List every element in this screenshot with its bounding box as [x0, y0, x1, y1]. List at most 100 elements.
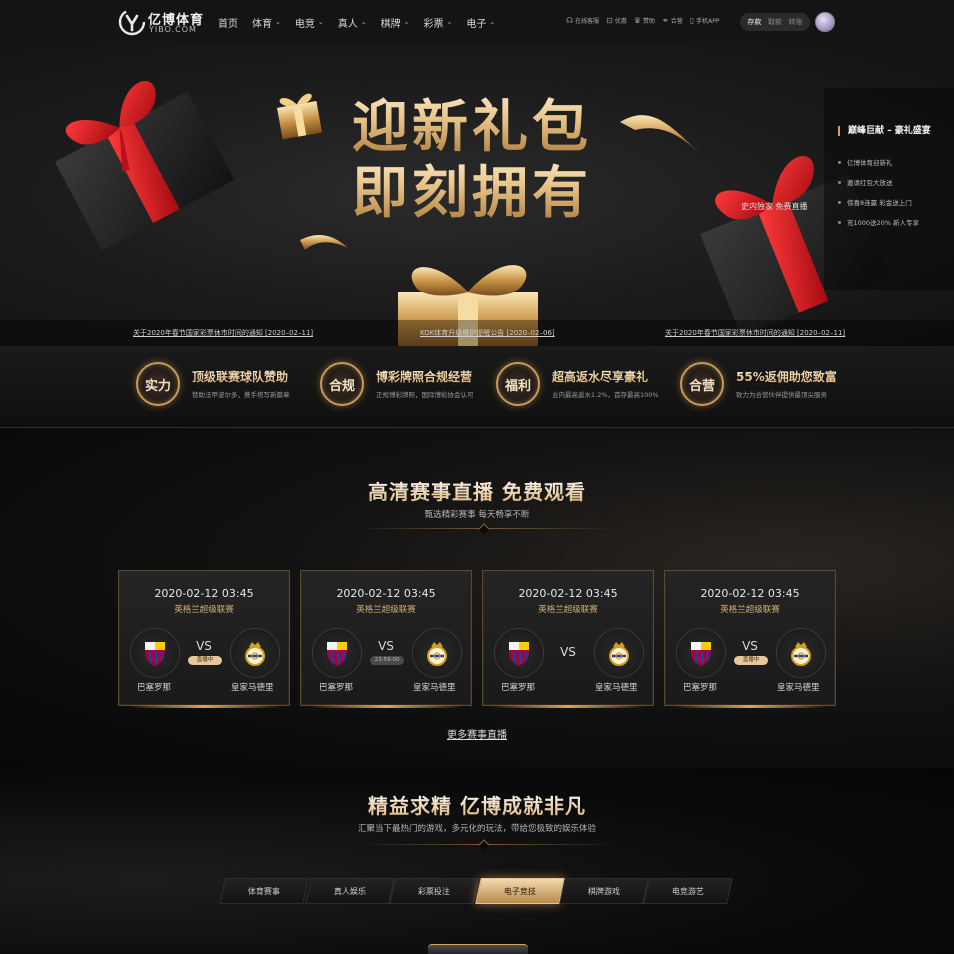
promo-title: 巅峰巨献 – 豪礼盛宴: [838, 126, 931, 136]
transfer-button[interactable]: 转账: [789, 17, 803, 27]
announcement-ticker: 关于2020年春节国家彩票休市时间的通知 [2020–02–11] KOK体育升…: [0, 320, 954, 346]
menu-item-home[interactable]: 首页: [218, 14, 238, 30]
match-time: 2020-02-12 03:45: [700, 587, 800, 600]
menu-item-esports[interactable]: 电竞 ⌄: [295, 14, 324, 30]
promo-item[interactable]: 亿博体育迎新礼: [838, 152, 919, 172]
feature-badge: 福利: [496, 362, 540, 406]
menu-item-slots[interactable]: 电子 ⌄: [466, 14, 495, 30]
live-streaming-section: 高清赛事直播 免费观看 甄选精彩赛事 每天畅享不断 2020-02-12 03:…: [0, 428, 954, 768]
menu-label: 首页: [218, 18, 238, 30]
tab-lottery[interactable]: 彩票投注: [389, 878, 479, 904]
tab-live-casino[interactable]: 真人娱乐: [305, 878, 395, 904]
card-glow: [127, 705, 281, 708]
menu-label: 棋牌: [380, 18, 401, 30]
home-team-badge: [131, 629, 179, 677]
match-time: 2020-02-12 03:45: [336, 587, 436, 600]
avatar[interactable]: [815, 12, 835, 32]
feature-title: 顶级联赛球队赞助: [192, 370, 289, 384]
caret-up-icon: [478, 523, 490, 535]
match-time: 2020-02-12 03:45: [154, 587, 254, 600]
tab-card-games[interactable]: 棋牌游戏: [559, 878, 649, 904]
gift-icon: ⊡: [606, 16, 613, 25]
home-team-badge: [313, 629, 361, 677]
tab-esports-arcade[interactable]: 电竞游艺: [643, 878, 733, 904]
match-card[interactable]: 2020-02-12 03:45 英格兰超级联赛 VS 23:59:00 巴塞罗…: [300, 570, 472, 708]
home-team-badge: [677, 629, 725, 677]
chevron-down-icon: ⌄: [489, 18, 496, 26]
real-madrid-crest-icon: [609, 642, 629, 666]
away-team-badge: [413, 629, 461, 677]
tab-label: 体育赛事: [248, 886, 280, 896]
promotions-link[interactable]: ⊡ 优惠: [606, 16, 627, 25]
home-team-name: 巴塞罗那: [683, 683, 718, 693]
chevron-down-icon: ⌄: [275, 18, 281, 26]
mobile-app-link[interactable]: ▯ 手机APP: [690, 16, 720, 25]
withdraw-button[interactable]: 取款: [768, 17, 782, 27]
bullet-icon: [838, 200, 841, 204]
trophy-icon: ♛: [633, 16, 642, 25]
affiliate-link[interactable]: ⚭ 合营: [662, 16, 683, 25]
promo-item[interactable]: 惊喜8连赢 彩金送上门: [838, 192, 919, 212]
more-live-matches-link[interactable]: 更多赛事直播: [0, 726, 954, 741]
customer-service-link[interactable]: ☊ 在线客服: [566, 16, 599, 25]
match-card[interactable]: 2020-02-12 03:45 英格兰超级联赛 VS 巴塞罗那 皇家马德里: [482, 570, 654, 708]
announcement-link[interactable]: 关于2020年春节国家彩票休市时间的通知 [2020–02–11]: [133, 328, 313, 338]
tab-label: 彩票投注: [418, 886, 450, 896]
util-label: 优惠: [614, 18, 627, 25]
hero-subtitle: 史内独家 免费直播: [741, 202, 808, 211]
promo-panel: 巅峰巨献 – 豪礼盛宴 亿博体育迎新礼 邀请红包大放送 惊喜8连赢 彩金送上门 …: [824, 88, 954, 290]
small-gold-gift: [277, 93, 322, 140]
feature-title: 55%返佣助您致富: [736, 370, 837, 384]
menu-label: 真人: [337, 18, 358, 30]
menu-label: 电子: [466, 18, 487, 30]
chevron-down-icon: ⌄: [446, 18, 453, 26]
deposit-button[interactable]: 存款: [747, 17, 761, 27]
live-status-badge: 直播中: [188, 656, 222, 665]
util-label: 手机APP: [696, 18, 720, 25]
tab-label: 电竞游艺: [672, 886, 704, 896]
feature-badge: 合营: [680, 362, 724, 406]
feature-title: 超高返水尽享豪礼: [552, 370, 649, 384]
tab-label: 真人娱乐: [334, 886, 366, 896]
menu-item-lottery[interactable]: 彩票 ⌄: [424, 14, 453, 30]
match-card[interactable]: 2020-02-12 03:45 英格兰超级联赛 VS 直播中 巴塞罗那 皇家马…: [664, 570, 836, 708]
real-madrid-crest-icon: [245, 642, 265, 666]
announcement-link[interactable]: 关于2020年春节国家彩票休市时间的通知 [2020–02–11]: [665, 328, 845, 338]
feature-badge: 合规: [320, 362, 364, 406]
tab-esports[interactable]: 电子竞技: [475, 878, 565, 904]
caret-up-icon: [478, 839, 490, 851]
tab-sports[interactable]: 体育赛事: [219, 878, 309, 904]
match-card[interactable]: 2020-02-12 03:45 英格兰超级联赛 VS 直播中 巴塞罗那 皇家马…: [118, 570, 290, 708]
card-glow: [673, 705, 827, 708]
main-menu: 首页 体育 ⌄ 电竞 ⌄ 真人 ⌄ 棋牌 ⌄ 彩票 ⌄ 电子 ⌄: [218, 14, 509, 30]
away-team-name: 皇家马德里: [413, 683, 456, 693]
announcement-link[interactable]: KOK体育升级维护提醒公告 [2020–02–06]: [420, 328, 555, 338]
content-panel-tab: [428, 944, 528, 954]
feature-desc: 赞助法甲波尔多，携手塔写新篇章: [192, 391, 290, 399]
match-time: 2020-02-12 03:45: [518, 587, 618, 600]
bullet-icon: [838, 160, 841, 164]
hero-banner[interactable]: 迎新礼包 即刻拥有 史内独家 免费直播 巅峰巨献 – 豪礼盛宴 亿博体育迎新礼 …: [0, 44, 954, 346]
account-actions: 存款 取款 转账: [740, 13, 810, 31]
menu-item-sports[interactable]: 体育 ⌄: [252, 14, 281, 30]
menu-item-live-casino[interactable]: 真人 ⌄: [338, 14, 367, 30]
away-team-badge: [231, 629, 279, 677]
gold-ribbon-right: [620, 115, 700, 154]
games-section: 精益求精 亿博成就非凡 汇聚当下最热门的游戏，多元化的玩法，带给您极致的娱乐体验…: [0, 768, 954, 954]
util-label: 在线客服: [575, 18, 600, 25]
home-team-name: 巴塞罗那: [501, 683, 536, 693]
tab-label: 棋牌游戏: [588, 886, 620, 896]
promo-item[interactable]: 邀请红包大放送: [838, 172, 919, 192]
promo-item-label: 充1000送20% 新人专享: [847, 219, 920, 227]
menu-label: 彩票: [423, 18, 444, 30]
live-status-badge: 直播中: [734, 656, 768, 665]
feature-desc: 业内最高返水1.2%，首存最高100%: [552, 391, 659, 399]
promo-item[interactable]: 充1000送20% 新人专享: [838, 212, 919, 232]
menu-item-cards[interactable]: 棋牌 ⌄: [381, 14, 410, 30]
phone-icon: ▯: [689, 16, 695, 25]
brand-logo[interactable]: 亿博体育 YIBO.COM: [118, 8, 203, 36]
away-team-name: 皇家马德里: [777, 683, 820, 693]
feature-desc: 正规博彩牌照，国际博彩协会认可: [376, 391, 474, 399]
sponsorship-link[interactable]: ♛ 赞助: [634, 16, 655, 25]
game-category-tabs: 体育赛事 真人娱乐 彩票投注 电子竞技 棋牌游戏 电竞游艺: [219, 878, 733, 906]
